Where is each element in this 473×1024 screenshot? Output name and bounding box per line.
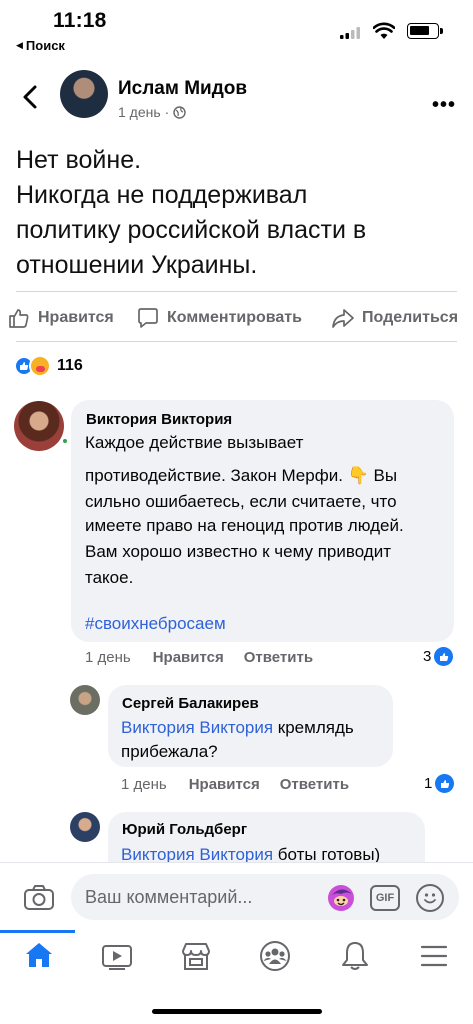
battery-icon: [407, 23, 443, 39]
post-line: отношении Украины.: [16, 251, 258, 279]
comment-reply-button[interactable]: Ответить: [244, 649, 313, 666]
comment-like-count[interactable]: 1: [424, 774, 455, 793]
comment-line: Вам хорошо известно к чему приводит: [85, 542, 391, 561]
post-text: Нет войне. Никогда не поддерживал полити…: [16, 143, 456, 283]
comment-line: такое.: [85, 568, 134, 587]
reaction-count: 116: [57, 357, 83, 374]
divider: [16, 341, 457, 342]
post-line: политику российской власти в: [16, 216, 367, 244]
commenter-avatar[interactable]: [70, 685, 100, 715]
home-icon[interactable]: [24, 941, 54, 969]
care-reaction-icon: [29, 355, 51, 377]
share-label: Поделиться: [362, 309, 459, 326]
active-tab-indicator: [0, 930, 75, 933]
wifi-icon: [373, 22, 395, 40]
emoji-icon[interactable]: [416, 884, 444, 912]
post-actions: Нравится Комментировать Поделиться: [0, 301, 473, 335]
notifications-bell-icon[interactable]: [340, 940, 370, 972]
mention-link[interactable]: Виктория Виктория: [121, 718, 273, 737]
globe-icon: [173, 105, 187, 119]
comment-line: Виктория Виктория кремлядь: [121, 714, 354, 741]
commenter-avatar[interactable]: [14, 401, 64, 451]
comment-author[interactable]: Сергей Балакирев: [122, 695, 259, 712]
comment-author[interactable]: Виктория Виктория: [86, 411, 232, 428]
reactions-summary[interactable]: 116: [14, 355, 83, 377]
menu-icon[interactable]: [420, 944, 448, 968]
comment-reply-button[interactable]: Ответить: [280, 776, 349, 793]
comment-like-button[interactable]: Нравится: [189, 776, 260, 793]
comment-label: Комментировать: [167, 309, 302, 326]
post-time[interactable]: 1 день: [118, 104, 161, 120]
post-author-name[interactable]: Ислам Мидов: [118, 78, 247, 100]
post-line: Никогда не поддерживал: [16, 181, 308, 209]
like-reaction-icon: [435, 774, 455, 793]
gif-button[interactable]: GIF: [370, 885, 400, 911]
home-indicator: [152, 1009, 322, 1014]
back-to-search-label: Поиск: [25, 38, 65, 53]
comment-meta: 1 день Нравится Ответить: [121, 776, 349, 793]
comment-line: имеете право на геноцид против людей.: [85, 516, 404, 535]
comment-like-count[interactable]: 3: [423, 647, 454, 666]
online-indicator: [61, 437, 69, 445]
commenter-avatar[interactable]: [70, 812, 100, 842]
comment-meta: 1 день Нравится Ответить: [85, 649, 313, 666]
post-line: Нет войне.: [16, 146, 142, 174]
share-icon: [332, 307, 354, 329]
comment-time[interactable]: 1 день: [85, 649, 131, 666]
author-avatar[interactable]: [60, 70, 108, 118]
back-to-search[interactable]: ◀ Поиск: [16, 38, 65, 53]
comment-icon: [137, 307, 159, 329]
like-reaction-icon: [434, 647, 454, 666]
comment-line: сильно ошибаетесь, если считаете, что: [85, 492, 397, 511]
back-button[interactable]: [16, 80, 46, 114]
avatar-sticker-icon[interactable]: [325, 882, 357, 914]
comment-time[interactable]: 1 день: [121, 776, 167, 793]
comment-line: прибежала?: [121, 742, 218, 761]
cellular-signal-icon: [340, 27, 362, 39]
comment-line: Каждое действие вызывает: [85, 433, 304, 452]
marketplace-icon[interactable]: [180, 941, 212, 971]
comment-like-button[interactable]: Нравится: [153, 649, 224, 666]
separator-dot: ·: [164, 104, 170, 120]
groups-icon[interactable]: [259, 940, 291, 972]
more-options-icon[interactable]: •••: [432, 94, 456, 117]
divider: [16, 291, 457, 292]
back-triangle-icon: ◀: [16, 40, 23, 50]
share-button[interactable]: Поделиться: [332, 307, 458, 329]
camera-icon[interactable]: [23, 884, 55, 912]
video-icon[interactable]: [101, 942, 133, 970]
post-meta: 1 день ·: [118, 104, 187, 120]
status-time: 11:18: [53, 9, 107, 32]
comment-input-placeholder: Ваш комментарий...: [85, 887, 253, 907]
like-label: Нравится: [38, 309, 114, 326]
thumbs-up-icon: [8, 307, 30, 329]
like-count-value: 1: [424, 775, 433, 792]
comment-author[interactable]: Юрий Гольдберг: [122, 821, 247, 838]
comment-button[interactable]: Комментировать: [137, 307, 302, 329]
comment-line: противодействие. Закон Мерфи. 👇 Вы: [85, 466, 398, 485]
like-button[interactable]: Нравится: [8, 307, 114, 329]
hashtag-link[interactable]: #своихнебросаем: [85, 610, 226, 637]
like-count-value: 3: [423, 648, 432, 665]
comment-text: кремлядь: [273, 718, 354, 737]
